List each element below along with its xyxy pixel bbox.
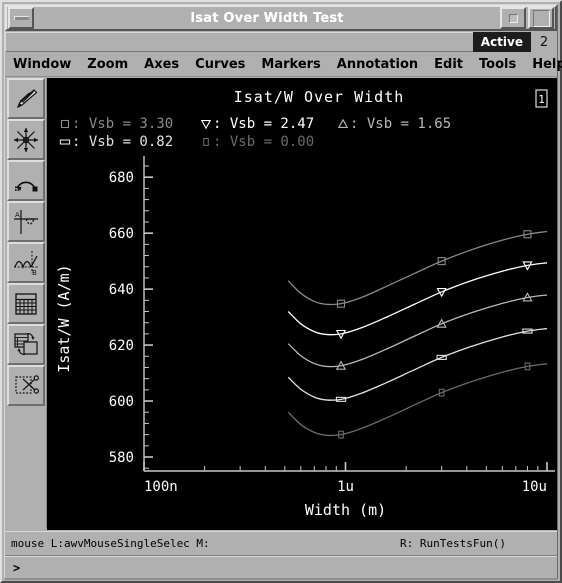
status-badge: Active — [472, 32, 531, 52]
chart-graphic[interactable]: Isat/W Over Width 1 : Vsb = 3.30 : Vsb = 2.… — [47, 78, 557, 530]
table-icon — [12, 290, 40, 318]
maximize-icon — [532, 9, 550, 27]
title-bar: Isat Over Width Test — [5, 5, 557, 31]
left-toolbar: A B — [5, 78, 47, 528]
menu-item-help[interactable]: Help — [525, 55, 562, 74]
application-window: Isat Over Width Test Active 2 Window Zoo… — [0, 0, 562, 583]
probe-icon — [12, 85, 40, 113]
restore-icon — [508, 13, 518, 23]
menu-item-axes[interactable]: Axes — [137, 55, 186, 74]
svg-text:580: 580 — [109, 450, 134, 466]
ab-axis-tool-button[interactable]: A — [6, 201, 45, 242]
command-line[interactable]: > — [5, 556, 557, 578]
waveform-b-tool-button[interactable]: B — [6, 242, 45, 283]
active-strip-filler — [5, 32, 473, 52]
svg-text:: Vsb = 2.47: : Vsb = 2.47 — [213, 116, 314, 132]
svg-text:Isat/W (A/m): Isat/W (A/m) — [55, 264, 73, 372]
maximize-button[interactable] — [528, 7, 554, 29]
window-title: Isat Over Width Test — [190, 10, 344, 26]
svg-text:: Vsb = 1.65: : Vsb = 1.65 — [350, 116, 451, 132]
ab-axis-icon: A — [12, 208, 40, 236]
snap-crosshair-icon — [12, 126, 40, 154]
plot-canvas[interactable]: Isat/W Over Width 1 : Vsb = 3.30 : Vsb = 2.… — [47, 78, 557, 530]
snap-tool-button[interactable] — [6, 119, 45, 160]
menu-item-curves[interactable]: Curves — [188, 55, 252, 74]
bottom-shadow — [5, 578, 557, 580]
swap-arrow-icon — [12, 167, 40, 195]
menu-item-markers[interactable]: Markers — [254, 55, 327, 74]
minimize-icon — [13, 16, 29, 20]
menu-item-annotation[interactable]: Annotation — [330, 55, 425, 74]
svg-text:A: A — [15, 211, 20, 219]
svg-text:600: 600 — [109, 394, 134, 410]
svg-text:640: 640 — [109, 282, 134, 298]
menu-item-window[interactable]: Window — [6, 55, 78, 74]
status-bar: mouse L:awvMouseSingleSelec M: R: RunTes… — [5, 531, 557, 556]
mouse-binding-text: mouse L:awvMouseSingleSelec M: — [11, 537, 210, 550]
scissors-icon — [12, 372, 40, 400]
table-tool-button[interactable] — [6, 283, 45, 324]
swap-tool-button[interactable] — [6, 160, 45, 201]
svg-text:Isat/W Over Width: Isat/W Over Width — [234, 88, 405, 106]
waveform-b-icon: B — [12, 249, 40, 277]
svg-text:680: 680 — [109, 170, 134, 186]
minimize-button[interactable] — [8, 7, 34, 29]
svg-text:10u: 10u — [522, 479, 547, 495]
menu-item-tools[interactable]: Tools — [472, 55, 523, 74]
active-strip: Active 2 — [5, 32, 557, 52]
delete-tool-button[interactable] — [6, 365, 45, 406]
svg-text:B: B — [32, 269, 37, 277]
right-binding-text: R: RunTestsFun() — [400, 537, 506, 550]
command-prompt: > — [13, 560, 21, 575]
probe-tool-button[interactable] — [6, 78, 45, 119]
svg-text:: Vsb = 0.00: : Vsb = 0.00 — [213, 134, 314, 150]
svg-text:1: 1 — [538, 93, 545, 106]
svg-text:100n: 100n — [144, 479, 178, 495]
svg-text:: Vsb = 3.30: : Vsb = 3.30 — [72, 116, 173, 132]
svg-text:1u: 1u — [337, 479, 354, 495]
copy-windows-icon — [12, 331, 40, 359]
svg-text:660: 660 — [109, 226, 134, 242]
svg-text:Width (m): Width (m) — [305, 501, 386, 519]
menu-item-edit[interactable]: Edit — [427, 55, 470, 74]
menu-item-zoom[interactable]: Zoom — [80, 55, 135, 74]
restore-button[interactable] — [500, 7, 526, 29]
copy-tool-button[interactable] — [6, 324, 45, 365]
svg-text:: Vsb = 0.82: : Vsb = 0.82 — [72, 134, 173, 150]
window-number: 2 — [531, 32, 557, 52]
menu-bar: Window Zoom Axes Curves Markers Annotati… — [5, 52, 562, 77]
svg-text:620: 620 — [109, 338, 134, 354]
